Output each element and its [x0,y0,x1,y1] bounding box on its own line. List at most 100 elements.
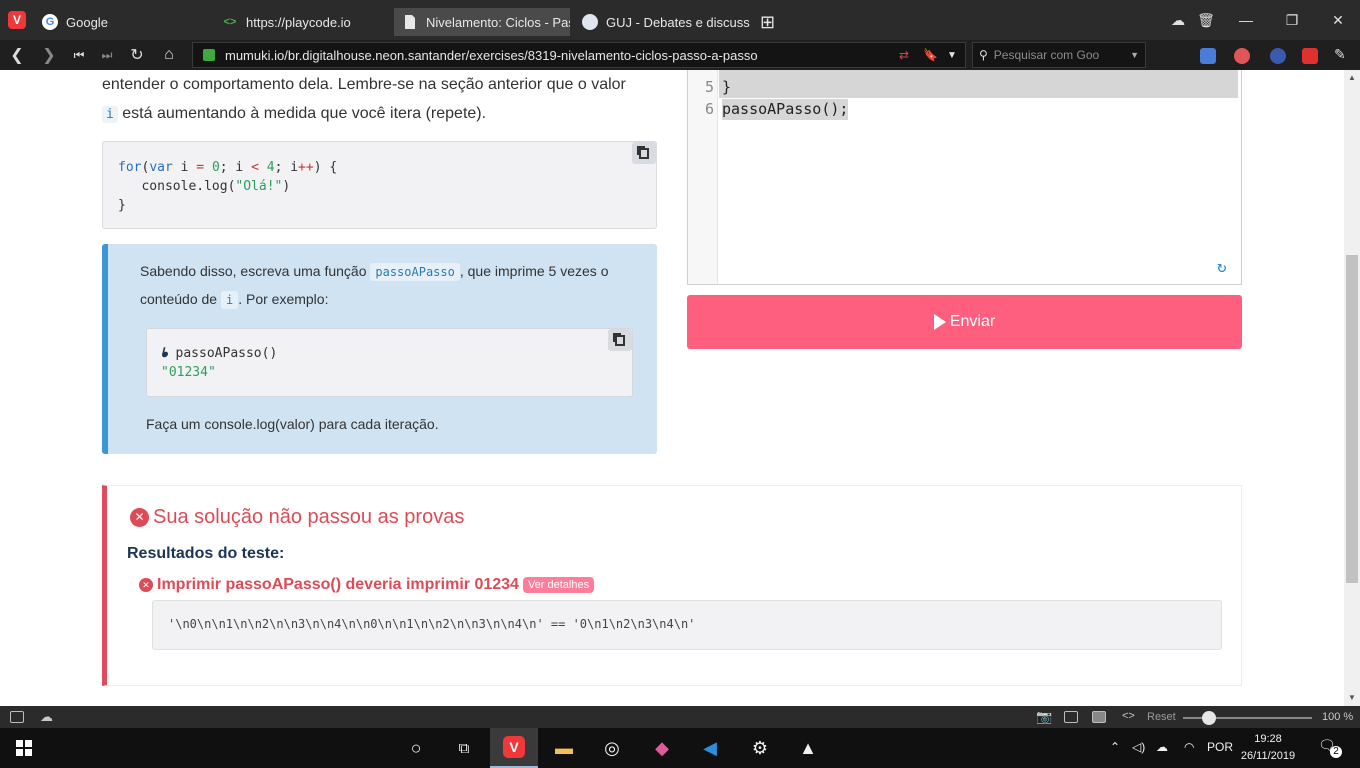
code-token: < [251,160,259,175]
forward-button[interactable]: ❯ [36,43,62,67]
search-field[interactable]: ⚲ Pesquisar com Goo ▼ [972,42,1146,68]
code-example-block: for(var i = 0; i < 4; i++) { console.log… [102,141,657,229]
windows-start-icon[interactable] [0,728,48,768]
example-call: passoAPasso() [175,346,278,361]
copy-example-button[interactable] [608,329,632,351]
wifi-icon[interactable]: ◠ [1184,740,1194,754]
play-icon [933,314,946,330]
app-circle-icon[interactable]: ◎ [588,728,636,768]
tab-title: Nivelamento: Ciclos - Passo [426,14,570,30]
image-icon[interactable] [1092,711,1106,723]
clock-date: 26/11/2019 [1240,750,1296,762]
tab-guj[interactable]: GUJ - Debates e discussões [574,8,750,36]
zoom-reset[interactable]: Reset [1147,711,1176,723]
code-token: ; i [219,160,252,175]
rewind-button[interactable]: ⏮ [66,43,92,67]
test-result-item: ✕ Imprimir passoAPasso() deveria imprimi… [139,576,595,594]
home-button[interactable]: ⌂ [156,43,182,67]
trash-icon[interactable]: 🗑 [1190,6,1222,34]
tray-chevron-icon[interactable]: ⌃ [1110,740,1120,754]
ublock-extension-icon[interactable] [1234,48,1250,64]
reset-editor-icon[interactable]: ↻ [1217,259,1233,275]
code-token: console.log( [118,179,236,194]
fast-forward-button[interactable]: ⏭ [94,43,120,67]
intro-paragraph: entender o comportamento dela. Lembre-se… [102,70,658,129]
system-clock[interactable]: 19:28 26/11/2019 [1238,731,1298,765]
settings-gear-icon[interactable]: ⚙ [736,728,784,768]
tab-nivelamento[interactable]: Nivelamento: Ciclos - Passo [394,8,570,36]
browser-status-bar: ☁ 📷 <> Reset 100 % [0,706,1360,728]
copy-code-button[interactable] [632,142,656,164]
url-field[interactable]: mumuki.io/br.digitalhouse.neon.santander… [192,42,966,68]
language-indicator[interactable]: POR [1207,740,1233,754]
inline-code-function: passoAPasso [370,263,460,281]
inline-code-i: i [220,291,239,309]
cloud-icon[interactable]: ☁ [40,709,53,725]
exercise-line-1: Sabendo disso, escreva uma função passoA… [140,258,657,286]
camera-icon[interactable]: 📷 [1036,709,1052,725]
tile-icon[interactable] [1064,711,1078,723]
reload-button[interactable]: ↻ [124,43,150,67]
details-button[interactable]: Ver detalhes [522,577,595,593]
file-explorer-icon[interactable]: ▬ [540,728,588,768]
translate-extension-icon[interactable] [1200,48,1216,64]
example-console-block: ᖲ passoAPasso() "01234" [146,328,633,397]
code-line-1: for(var i = 0; i < 4; i++) { [118,160,338,175]
code-token: ; i [274,160,299,175]
photos-icon[interactable]: ▲ [784,728,832,768]
tab-title: https://playcode.io [246,14,351,30]
vivaldi-menu-icon[interactable]: V [8,11,26,29]
vivaldi-taskbar-icon[interactable]: V [490,728,538,768]
address-toolbar: ❮ ❯ ⏮ ⏭ ↻ ⌂ mumuki.io/br.digitalhouse.ne… [0,40,1360,70]
tab-bar: V G Google <> https://playcode.io Nivela… [0,0,1360,40]
reader-icon[interactable]: ⇄ [899,48,909,62]
vscode-icon[interactable]: ◀ [686,728,734,768]
tab-playcode[interactable]: <> https://playcode.io [214,8,392,36]
copy-icon [615,334,625,346]
search-engine-dropdown-icon[interactable]: ▼ [1130,50,1139,60]
tab-google[interactable]: G Google [34,8,212,36]
dropdown-icon[interactable]: ▼ [947,50,957,61]
submit-button[interactable]: Enviar [687,295,1242,349]
scrollbar-thumb[interactable] [1346,255,1358,583]
bookmark-icon[interactable]: 🔖 [923,48,938,62]
search-circle-icon[interactable]: ○ [392,728,440,768]
search-placeholder: Pesquisar com Goo [993,48,1100,62]
code-token: ) [282,179,291,194]
example-result-line: "01234" [161,363,618,382]
colorpicker-extension-icon[interactable] [1270,48,1286,64]
search-icon: ⚲ [979,48,988,62]
submit-label: Enviar [949,313,996,330]
editor-selection [719,70,1238,98]
forward-extension-icon[interactable] [1302,48,1318,64]
task-view-icon[interactable]: ⧉ [440,728,488,768]
new-tab-button[interactable]: ⊞ [756,8,782,36]
restore-button[interactable]: ❐ [1272,6,1312,34]
volume-icon[interactable]: ◁) [1132,740,1145,754]
zoom-slider-knob[interactable] [1202,711,1216,725]
editor-code-line[interactable]: passoAPasso(); [722,99,849,120]
code-token: 4 [266,160,275,175]
pin-extension-icon[interactable]: ✎ [1334,46,1350,62]
copy-icon [639,147,649,159]
scroll-up-arrow[interactable]: ▲ [1344,70,1360,86]
code-token: ++ [298,160,314,175]
notification-count: 2 [1330,746,1342,758]
code-icon[interactable]: <> [1122,710,1135,722]
minimize-button[interactable]: — [1226,6,1266,34]
back-button[interactable]: ❮ [4,43,30,67]
close-window-button[interactable]: ✕ [1318,6,1358,34]
code-editor[interactable]: 5 } 6 passoAPasso(); ↻ [687,70,1242,285]
editor-code-line[interactable]: } [722,77,731,98]
code-token: ) { [313,160,338,175]
scroll-down-arrow[interactable]: ▼ [1344,690,1360,706]
onedrive-icon[interactable]: ☁ [1156,740,1168,754]
app-cube-icon[interactable]: ◆ [638,728,686,768]
inline-code-i: i [102,106,118,123]
panel-toggle-icon[interactable] [10,711,24,723]
exercise-statement: Sabendo disso, escreva uma função passoA… [102,244,657,454]
results-title-text: Sua solução não passou as provas [153,506,465,528]
code-token: i [172,160,197,175]
exercise-text: Sabendo disso, escreva uma função [140,263,367,279]
tab-title: Google [66,14,108,30]
